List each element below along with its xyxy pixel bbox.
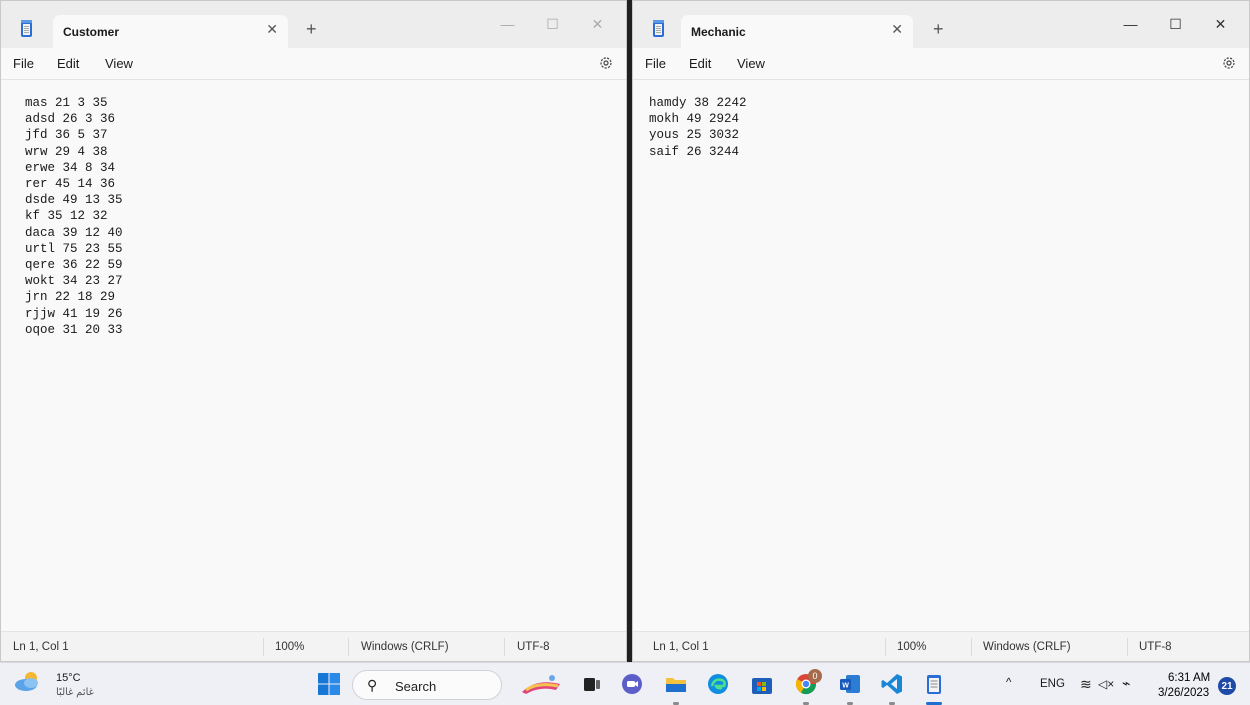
new-tab-button[interactable]: + xyxy=(933,19,944,40)
teams-chat-icon[interactable] xyxy=(620,672,644,696)
show-hidden-icons-chevron-icon[interactable]: ^ xyxy=(1006,677,1011,689)
status-separator xyxy=(971,638,972,656)
status-separator xyxy=(885,638,886,656)
settings-gear-icon[interactable] xyxy=(598,55,614,71)
status-zoom: 100% xyxy=(275,641,305,653)
taskbar: 15°C غائم غالبًا ⚲ Search 0 W ^ ENG ≋ ◁×… xyxy=(0,662,1250,705)
tab-title: Mechanic xyxy=(691,25,746,39)
status-cursor-position[interactable]: Ln 1, Col 1 xyxy=(13,641,69,653)
notepad-window-customer[interactable]: Customer ✕ + — ☐ ✕ File Edit View mas 21… xyxy=(0,0,627,662)
status-bar: Ln 1, Col 1 100% Windows (CRLF) UTF-8 xyxy=(633,631,1249,661)
svg-text:W: W xyxy=(842,683,849,690)
clock-date[interactable]: 3/26/2023 xyxy=(1158,687,1209,699)
battery-icon[interactable]: ⌁ xyxy=(1122,675,1130,692)
menu-bar: File Edit View xyxy=(633,48,1249,80)
status-encoding: UTF-8 xyxy=(517,641,550,653)
clock-time[interactable]: 6:31 AM xyxy=(1168,672,1210,684)
text-editor[interactable]: hamdy 38 2242 mokh 49 2924 yous 25 3032 … xyxy=(649,95,1229,631)
file-explorer-icon[interactable] xyxy=(664,672,688,696)
menu-file[interactable]: File xyxy=(645,56,666,71)
minimize-button[interactable]: — xyxy=(485,9,530,39)
status-separator xyxy=(263,638,264,656)
wifi-icon[interactable]: ≋ xyxy=(1080,676,1092,693)
word-app-icon[interactable]: W xyxy=(838,672,862,696)
cloudy-weather-icon xyxy=(15,672,38,691)
minimize-button[interactable]: — xyxy=(1108,9,1153,39)
notification-badge[interactable]: 21 xyxy=(1218,677,1236,695)
status-line-ending: Windows (CRLF) xyxy=(983,641,1071,653)
volume-muted-icon[interactable]: ◁× xyxy=(1098,677,1114,691)
weather-temperature: 15°C xyxy=(56,672,81,684)
desktop: Customer ✕ + — ☐ ✕ File Edit View mas 21… xyxy=(0,0,1250,705)
title-bar[interactable]: Customer ✕ + — ☐ ✕ xyxy=(1,1,626,48)
notepad-window-mechanic[interactable]: Mechanic ✕ + — ☐ ✕ File Edit View hamdy … xyxy=(632,0,1250,662)
microsoft-store-icon[interactable] xyxy=(750,672,774,696)
window-controls: — ☐ ✕ xyxy=(485,9,620,39)
new-tab-button[interactable]: + xyxy=(306,19,317,40)
status-encoding: UTF-8 xyxy=(1139,641,1172,653)
notepad-app-icon xyxy=(653,20,664,37)
input-language[interactable]: ENG xyxy=(1040,678,1065,690)
notepad-taskbar-icon[interactable] xyxy=(922,672,946,696)
menu-bar: File Edit View xyxy=(1,48,626,80)
tab-customer[interactable]: Customer ✕ xyxy=(53,15,288,48)
windows-start-icon[interactable] xyxy=(317,672,341,696)
window-controls: — ☐ ✕ xyxy=(1108,9,1243,39)
edge-browser-icon[interactable] xyxy=(706,672,730,696)
weather-description: غائم غالبًا xyxy=(56,687,94,698)
status-separator xyxy=(348,638,349,656)
status-separator xyxy=(504,638,505,656)
text-editor[interactable]: mas 21 3 35 adsd 26 3 36 jfd 36 5 37 wrw… xyxy=(25,95,606,631)
task-view-icon[interactable] xyxy=(580,672,604,696)
title-bar[interactable]: Mechanic ✕ + — ☐ ✕ xyxy=(633,1,1249,48)
notepad-app-icon xyxy=(21,20,32,37)
status-zoom: 100% xyxy=(897,641,927,653)
status-line-ending: Windows (CRLF) xyxy=(361,641,449,653)
status-separator xyxy=(1127,638,1128,656)
maximize-button[interactable]: ☐ xyxy=(1153,9,1198,39)
maximize-button[interactable]: ☐ xyxy=(530,9,575,39)
weather-widget[interactable]: 15°C غائم غالبًا xyxy=(14,670,94,698)
tab-close-icon[interactable]: ✕ xyxy=(891,21,903,38)
tab-close-icon[interactable]: ✕ xyxy=(266,21,278,38)
vscode-app-icon[interactable] xyxy=(880,672,904,696)
close-button[interactable]: ✕ xyxy=(1198,9,1243,39)
taskbar-search-box[interactable]: ⚲ Search xyxy=(352,670,502,700)
tab-title: Customer xyxy=(63,25,120,39)
status-bar: Ln 1, Col 1 100% Windows (CRLF) UTF-8 xyxy=(1,631,626,661)
search-label: Search xyxy=(395,679,437,694)
tab-mechanic[interactable]: Mechanic ✕ xyxy=(681,15,913,48)
settings-gear-icon[interactable] xyxy=(1221,55,1237,71)
menu-view[interactable]: View xyxy=(105,56,133,71)
search-icon: ⚲ xyxy=(367,677,378,693)
close-button[interactable]: ✕ xyxy=(575,9,620,39)
menu-view[interactable]: View xyxy=(737,56,765,71)
status-cursor-position[interactable]: Ln 1, Col 1 xyxy=(653,641,709,653)
chrome-badge: 0 xyxy=(808,669,822,683)
menu-file[interactable]: File xyxy=(13,56,34,71)
menu-edit[interactable]: Edit xyxy=(689,56,711,71)
menu-edit[interactable]: Edit xyxy=(57,56,79,71)
search-highlight-icon[interactable] xyxy=(520,672,564,696)
